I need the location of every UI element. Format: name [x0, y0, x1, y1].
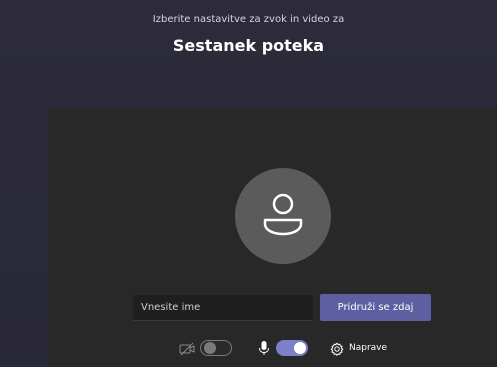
join-now-button[interactable]: Pridruži se zdaj	[320, 294, 431, 321]
camera-off-icon[interactable]	[179, 341, 195, 356]
prejoin-subtitle: Izberite nastavitve za zvok in video za	[152, 14, 345, 25]
microphone-toggle-knob	[294, 342, 306, 354]
microphone-toggle[interactable]	[276, 340, 308, 356]
gear-icon[interactable]	[330, 341, 344, 356]
meeting-title: Sestanek poteka	[172, 36, 325, 55]
person-icon	[263, 193, 303, 236]
microphone-icon[interactable]	[258, 340, 270, 356]
devices-button[interactable]: Naprave	[349, 343, 387, 353]
camera-toggle-knob	[204, 342, 216, 354]
name-input[interactable]	[133, 295, 313, 321]
prejoin-screen: Izberite nastavitve za zvok in video za …	[0, 0, 497, 367]
avatar	[235, 168, 331, 264]
camera-toggle[interactable]	[200, 340, 232, 356]
